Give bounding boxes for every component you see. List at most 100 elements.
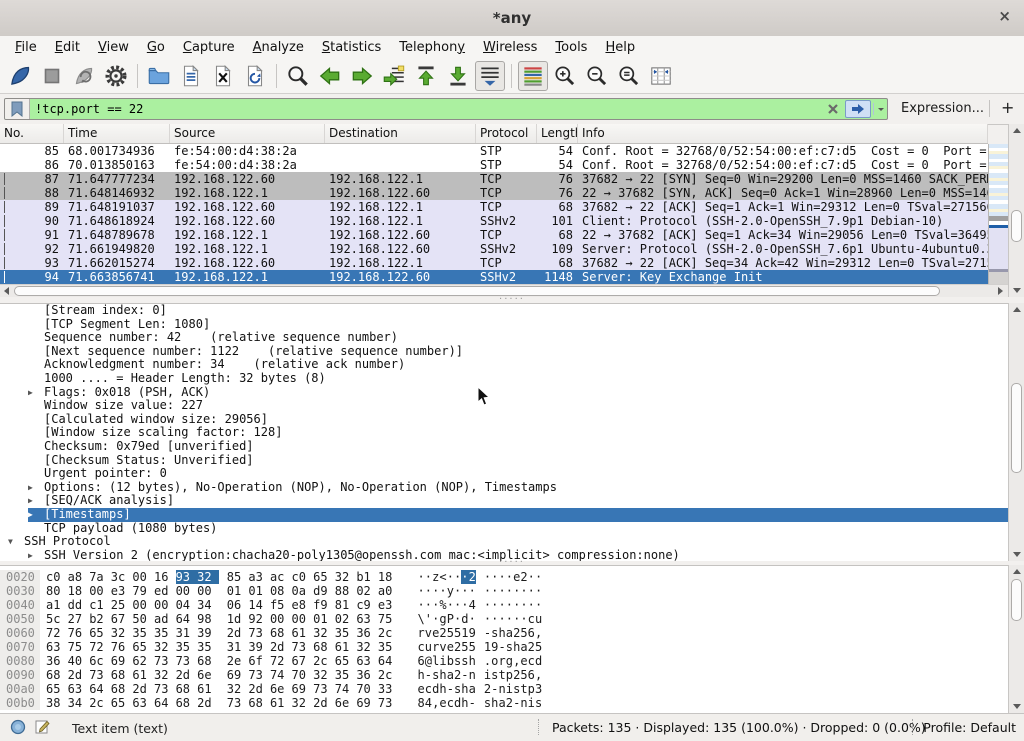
hex-row[interactable]: 0070637572766532353531392d7368613235curv…: [0, 640, 1008, 654]
stop-capture-button[interactable]: [37, 61, 67, 91]
menu-item-edit[interactable]: Edit: [46, 38, 89, 57]
hex-row[interactable]: 00505c27b26750ad64981d92000001026375\'·g…: [0, 612, 1008, 626]
menu-item-go[interactable]: Go: [138, 38, 174, 57]
expander-closed-icon[interactable]: ▶: [28, 494, 44, 508]
scrollbar-thumb[interactable]: [1011, 579, 1022, 621]
zoom-reset-button[interactable]: [614, 61, 644, 91]
packet-row[interactable]: 9171.648789678192.168.122.1192.168.122.6…: [0, 228, 988, 242]
detail-line[interactable]: [TCP Segment Len: 1080]: [0, 318, 1008, 332]
profile-label[interactable]: Profile: Default: [923, 720, 1016, 735]
expert-info-button[interactable]: [10, 719, 26, 738]
detail-line[interactable]: ▶[Timestamps]: [0, 508, 1008, 522]
menu-item-tools[interactable]: Tools: [546, 38, 596, 57]
packet-row[interactable]: 8871.648146932192.168.122.1192.168.122.6…: [0, 186, 988, 200]
filter-apply-button[interactable]: [845, 100, 871, 118]
menu-item-view[interactable]: View: [89, 38, 138, 57]
menu-item-file[interactable]: File: [6, 38, 46, 57]
scroll-right-button[interactable]: [994, 285, 1007, 297]
scroll-down-button[interactable]: [1009, 284, 1024, 297]
save-file-button[interactable]: [176, 61, 206, 91]
column-header-protocol[interactable]: Protocol: [476, 124, 537, 143]
detail-line[interactable]: Window size value: 227: [0, 399, 1008, 413]
details-vscrollbar[interactable]: [1008, 303, 1024, 561]
go-back-button[interactable]: [315, 61, 345, 91]
hex-row[interactable]: 00b038342c656364682d736861322d6e697384,e…: [0, 696, 1008, 710]
detail-line[interactable]: ▼SSH Protocol: [0, 535, 1008, 549]
scroll-down-button[interactable]: [1009, 548, 1024, 561]
auto-scroll-button[interactable]: [475, 61, 505, 91]
reload-file-button[interactable]: [240, 61, 270, 91]
capture-comment-button[interactable]: [34, 719, 50, 738]
column-header-destination[interactable]: Destination: [325, 124, 476, 143]
menu-item-analyze[interactable]: Analyze: [244, 38, 313, 57]
restart-capture-button[interactable]: [69, 61, 99, 91]
detail-line[interactable]: [Calculated window size: 29056]: [0, 413, 1008, 427]
zoom-in-button[interactable]: [550, 61, 580, 91]
packet-row[interactable]: 9371.662015274192.168.122.60192.168.122.…: [0, 256, 988, 270]
capture-options-button[interactable]: [101, 61, 131, 91]
hex-row[interactable]: 008036406c69627373682e6f72672c6563646@li…: [0, 654, 1008, 668]
hex-row[interactable]: 0030801800e379ed00000101080ad98802a0····…: [0, 584, 1008, 598]
expander-open-icon[interactable]: ▼: [8, 535, 24, 549]
column-header-source[interactable]: Source: [170, 124, 325, 143]
go-to-packet-button[interactable]: [379, 61, 409, 91]
detail-line[interactable]: Urgent pointer: 0: [0, 467, 1008, 481]
packet-row[interactable]: 9471.663856741192.168.122.1192.168.122.6…: [0, 270, 988, 284]
start-capture-button[interactable]: [5, 61, 35, 91]
filter-clear-button[interactable]: [823, 103, 843, 115]
packet-list-vscrollbar[interactable]: [1008, 124, 1024, 297]
add-filter-button[interactable]: +: [1001, 98, 1014, 117]
detail-line[interactable]: 1000 .... = Header Length: 32 bytes (8): [0, 372, 1008, 386]
expression-button[interactable]: Expression...: [901, 101, 984, 116]
zoom-out-button[interactable]: [582, 61, 612, 91]
hex-row[interactable]: 0020c0a87a3c0016933285a3acc06532b118··z<…: [0, 570, 1008, 584]
expander-closed-icon[interactable]: ▶: [28, 481, 44, 495]
expander-closed-icon[interactable]: ▶: [28, 549, 44, 561]
menu-item-telephony[interactable]: Telephony: [390, 38, 474, 57]
filter-bookmark-button[interactable]: [5, 99, 30, 119]
packet-row[interactable]: 9271.661949820192.168.122.1192.168.122.6…: [0, 242, 988, 256]
detail-line[interactable]: [Checksum Status: Unverified]: [0, 454, 1008, 468]
bytes-vscrollbar[interactable]: [1008, 565, 1024, 713]
scroll-up-button[interactable]: [1009, 565, 1024, 578]
column-header-no[interactable]: No.: [0, 124, 64, 143]
hex-row[interactable]: 0090682d736861322d6e697374703235362ch-sh…: [0, 668, 1008, 682]
detail-line[interactable]: ▶Flags: 0x018 (PSH, ACK): [0, 386, 1008, 400]
expander-closed-icon[interactable]: ▶: [28, 386, 44, 400]
menu-item-statistics[interactable]: Statistics: [313, 38, 390, 57]
hex-row[interactable]: 006072766532353531392d7368613235362crve2…: [0, 626, 1008, 640]
open-file-button[interactable]: [144, 61, 174, 91]
scroll-up-button[interactable]: [1009, 303, 1024, 316]
hex-row[interactable]: 00a0656364682d736861322d6e6973747033ecdh…: [0, 682, 1008, 696]
go-to-top-button[interactable]: [411, 61, 441, 91]
detail-line[interactable]: [Window size scaling factor: 128]: [0, 426, 1008, 440]
intelligent-scrollbar-minimap[interactable]: [988, 144, 1008, 284]
filter-history-dropdown[interactable]: [873, 103, 887, 115]
detail-line[interactable]: ▶[SEQ/ACK analysis]: [0, 494, 1008, 508]
go-forward-button[interactable]: [347, 61, 377, 91]
scrollbar-thumb[interactable]: [14, 286, 940, 296]
detail-line[interactable]: Acknowledgment number: 34 (relative ack …: [0, 358, 1008, 372]
scroll-down-button[interactable]: [1009, 700, 1024, 713]
scroll-left-button[interactable]: [0, 285, 13, 297]
go-to-bottom-button[interactable]: [443, 61, 473, 91]
find-packet-button[interactable]: [283, 61, 313, 91]
menu-item-capture[interactable]: Capture: [174, 38, 244, 57]
scroll-up-button[interactable]: [1009, 124, 1024, 137]
resize-columns-button[interactable]: [646, 61, 676, 91]
expander-closed-icon[interactable]: ▶: [28, 508, 44, 522]
detail-line[interactable]: ▶Options: (12 bytes), No-Operation (NOP)…: [0, 481, 1008, 495]
column-header-length[interactable]: Length: [537, 124, 578, 143]
packet-row[interactable]: 8971.648191037192.168.122.60192.168.122.…: [0, 200, 988, 214]
menu-item-wireless[interactable]: Wireless: [474, 38, 546, 57]
column-header-info[interactable]: Info: [578, 124, 988, 143]
hex-row[interactable]: 0040a1ddc125000004340614f5e8f981c9e3···%…: [0, 598, 1008, 612]
detail-line[interactable]: Checksum: 0x79ed [unverified]: [0, 440, 1008, 454]
packet-row[interactable]: 8670.013850163fe:54:00:d4:38:2aSTP54Conf…: [0, 158, 988, 172]
close-file-button[interactable]: [208, 61, 238, 91]
scrollbar-thumb[interactable]: [1011, 383, 1022, 473]
colorize-button[interactable]: [518, 61, 548, 91]
packet-row[interactable]: 8568.001734936fe:54:00:d4:38:2aSTP54Conf…: [0, 144, 988, 158]
display-filter-input[interactable]: [30, 99, 823, 119]
close-button[interactable]: ×: [998, 7, 1011, 25]
